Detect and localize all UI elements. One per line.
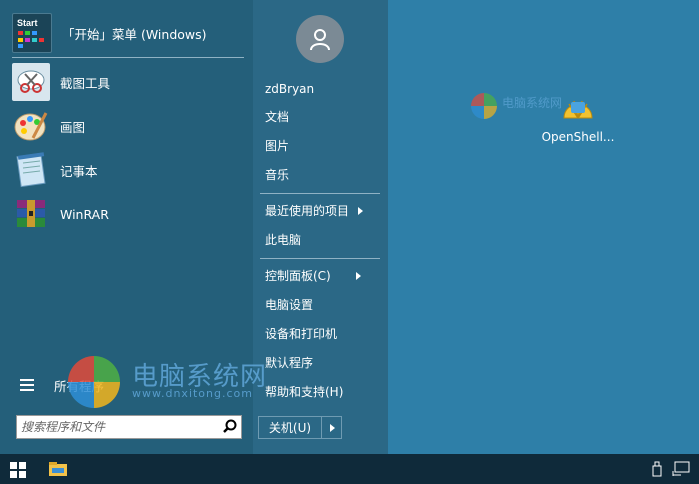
- program-notepad[interactable]: 记事本: [12, 150, 244, 190]
- program-start-menu-windows[interactable]: Start 「开始」菜单 (Windows): [12, 13, 244, 53]
- divider: [12, 57, 244, 58]
- shutdown-control: 关机(U): [258, 416, 342, 439]
- program-snipping-tool[interactable]: 截图工具: [12, 62, 244, 102]
- chevron-right-icon: [358, 207, 364, 215]
- recent-items-link[interactable]: 最近使用的项目: [265, 200, 364, 222]
- paint-icon: [12, 107, 50, 145]
- pc-settings-link[interactable]: 电脑设置: [265, 294, 313, 316]
- list-icon: [20, 379, 34, 391]
- shutdown-button[interactable]: 关机(U): [259, 417, 322, 438]
- program-paint[interactable]: 画图: [12, 106, 244, 146]
- file-explorer-icon[interactable]: [49, 462, 67, 476]
- devices-printers-link[interactable]: 设备和打印机: [265, 323, 337, 345]
- desktop-icon-label: OpenShell...: [541, 130, 615, 144]
- this-pc-link[interactable]: 此电脑: [265, 229, 301, 251]
- pictures-link[interactable]: 图片: [265, 135, 289, 157]
- program-label: 「开始」菜单 (Windows): [62, 26, 207, 42]
- music-link[interactable]: 音乐: [265, 164, 289, 186]
- openshell-icon: [563, 100, 593, 119]
- notepad-icon: [12, 151, 50, 189]
- search-icon[interactable]: [219, 416, 241, 438]
- watermark-text-en: www.dnxitong.com: [132, 387, 253, 400]
- start-menu-icon: Start: [12, 13, 52, 53]
- winrar-icon: [12, 195, 50, 233]
- usb-device-icon[interactable]: [651, 461, 663, 477]
- search-box[interactable]: [16, 415, 242, 439]
- windows-start-icon[interactable]: [10, 462, 26, 478]
- control-panel-label: 控制面板(C): [265, 269, 331, 283]
- program-winrar[interactable]: WinRAR: [12, 194, 244, 234]
- user-icon: [310, 29, 330, 51]
- network-icon[interactable]: [672, 461, 690, 477]
- search-input[interactable]: [17, 417, 219, 437]
- program-label: 记事本: [60, 163, 98, 179]
- watermark-logo-icon: [68, 356, 120, 408]
- user-avatar[interactable]: [296, 15, 344, 63]
- divider: [260, 258, 380, 259]
- watermark-logo-icon: [471, 93, 497, 119]
- program-label: 截图工具: [60, 75, 111, 91]
- start-icon-text: Start: [17, 18, 38, 28]
- program-label: 画图: [60, 119, 86, 135]
- taskbar: [0, 454, 699, 484]
- chevron-right-icon: [355, 272, 361, 280]
- desktop-icon-openshell[interactable]: OpenShell...: [540, 92, 616, 144]
- control-panel-link[interactable]: 控制面板(C): [265, 265, 361, 287]
- divider: [260, 193, 380, 194]
- shutdown-options-button[interactable]: [322, 417, 341, 438]
- documents-link[interactable]: 文档: [265, 106, 289, 128]
- snipping-tool-icon: [12, 63, 50, 101]
- watermark: 电脑系统网 www.dnxitong.com: [62, 352, 282, 412]
- user-name-link[interactable]: zdBryan: [265, 78, 314, 100]
- recent-items-label: 最近使用的项目: [265, 204, 350, 218]
- program-label: WinRAR: [60, 206, 109, 222]
